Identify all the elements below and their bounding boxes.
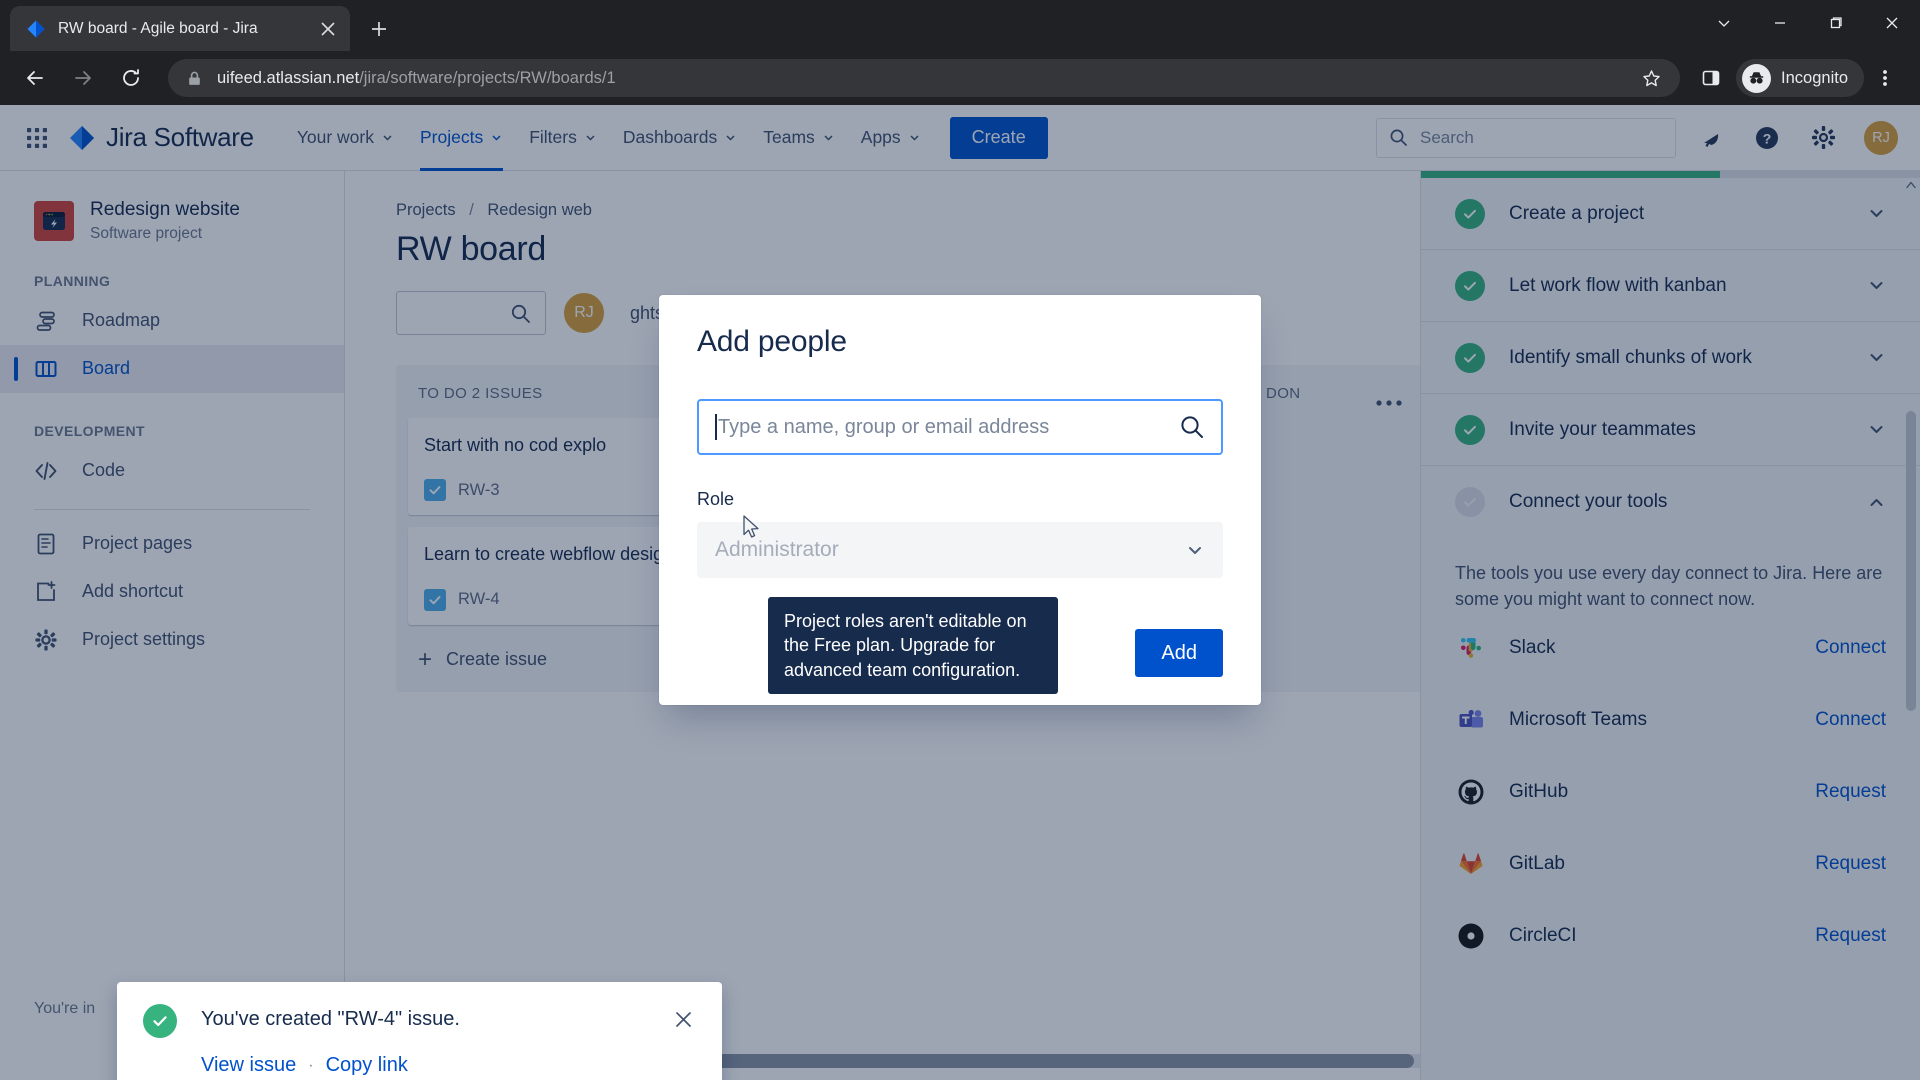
people-search-input[interactable]: Type a name, group or email address [697,399,1223,455]
role-selected-value: Administrator [715,538,839,561]
reload-button[interactable] [110,57,152,99]
new-tab-button[interactable] [362,12,396,46]
chevron-down-icon [1185,540,1205,560]
jira-diamond-icon [27,20,45,37]
address-bar-url: uifeed.atlassian.net/jira/software/proje… [217,69,1636,88]
side-panel-icon[interactable] [1690,57,1732,99]
kebab-menu-icon[interactable] [1864,57,1906,99]
reload-icon [123,69,139,86]
minimize-icon [1775,21,1785,24]
toast-notification: You've created "RW-4" issue. View issue … [117,982,722,1080]
close-icon[interactable] [668,1004,698,1034]
page-viewport: Jira Software Your work Projects Filters… [0,105,1920,1080]
toast-actions: View issue · Copy link [143,1054,698,1077]
window-controls [1696,0,1920,45]
browser-toolbar: uifeed.atlassian.net/jira/software/proje… [0,51,1920,105]
browser-tab[interactable]: RW board - Agile board - Jira [10,6,350,51]
incognito-label: Incognito [1781,68,1848,87]
back-button[interactable] [14,57,56,99]
incognito-indicator[interactable]: Incognito [1736,59,1864,97]
role-tooltip: Project roles aren't editable on the Fre… [768,597,1058,694]
search-icon[interactable] [1179,414,1205,440]
plus-icon [372,22,386,36]
role-label: Role [697,489,735,509]
arrow-right-icon [75,71,91,85]
tabstrip: RW board - Agile board - Jira [0,0,396,51]
close-icon [1886,17,1898,28]
chevron-down-icon [1718,20,1730,27]
role-select[interactable]: Administrator [697,522,1223,578]
maximize-icon [1830,16,1842,28]
people-search-placeholder: Type a name, group or email address [718,415,1050,438]
browser-tabstrip-bar: RW board - Agile board - Jira [0,0,1920,51]
arrow-left-icon [27,71,43,85]
toast-separator: · [308,1056,314,1074]
url-path: /jira/software/projects/RW/boards/1 [359,68,616,87]
add-button[interactable]: Add [1135,629,1223,677]
forward-button[interactable] [62,57,104,99]
star-icon[interactable] [1636,63,1666,93]
view-issue-link[interactable]: View issue [201,1054,296,1077]
app-root: RW board - Agile board - Jira uifeed.atl… [0,0,1920,1080]
modal-title: Add people [697,325,847,358]
toast-row: You've created "RW-4" issue. [143,1004,698,1038]
check-circle-icon [143,1004,177,1038]
maximize-button[interactable] [1808,0,1864,45]
close-window-button[interactable] [1864,0,1920,45]
copy-link-link[interactable]: Copy link [326,1054,408,1077]
tab-search-button[interactable] [1696,0,1752,45]
mouse-cursor-icon [742,515,762,546]
url-domain: uifeed.atlassian.net [217,68,360,87]
close-icon[interactable] [314,15,342,43]
incognito-icon [1742,63,1772,93]
modal-actions: Add [1135,629,1223,677]
browser-tab-title: RW board - Agile board - Jira [58,19,258,37]
text-cursor [715,414,717,440]
address-bar[interactable]: uifeed.atlassian.net/jira/software/proje… [168,59,1681,97]
toast-message: You've created "RW-4" issue. [201,1008,460,1030]
lock-icon [189,71,200,85]
minimize-button[interactable] [1752,0,1808,45]
